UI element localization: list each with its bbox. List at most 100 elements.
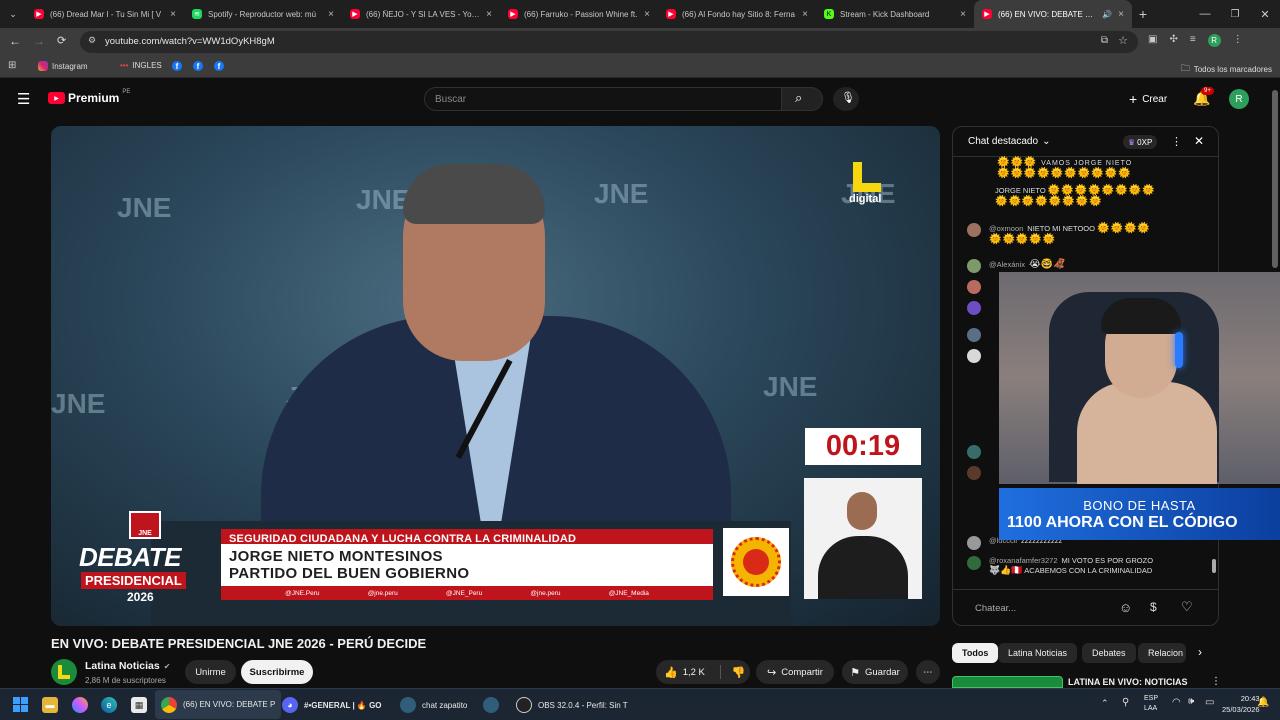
more-actions-button[interactable]: ⋯ (916, 660, 940, 684)
taskbar-store[interactable]: ▦ (131, 697, 147, 713)
chat-menu-icon[interactable]: ⋮ (1171, 135, 1182, 148)
close-icon[interactable]: ✕ (1194, 134, 1204, 148)
media-icon[interactable]: ▣ (1148, 34, 1157, 47)
subscribe-button[interactable]: Suscribirme (241, 660, 313, 684)
puzzle-icon[interactable]: ✣ (1169, 34, 1177, 47)
join-button[interactable]: Unirme (185, 660, 236, 684)
search-input[interactable]: Buscar (424, 87, 782, 111)
tab-close-icon[interactable]: × (1118, 9, 1124, 20)
tab-close-icon[interactable]: × (960, 9, 966, 20)
browser-tab[interactable]: ▶ (66) ÑEJO - Y SI LA VES - YouTu × (342, 0, 500, 28)
taskbar-file-explorer[interactable]: ▬ (42, 697, 58, 713)
start-button[interactable] (13, 697, 28, 712)
bookmark-facebook-1[interactable]: f (172, 61, 182, 71)
channel-name-row[interactable]: Latina Noticias ✔ (85, 660, 170, 672)
heart-icon[interactable]: ♡ (1181, 599, 1193, 615)
tray-chevron-icon[interactable]: ⌃ (1101, 698, 1109, 709)
filter-chip-latina[interactable]: Latina Noticias (998, 643, 1078, 663)
filter-chip-related[interactable]: Relacion (1138, 643, 1186, 663)
maximize-button[interactable]: ❐ (1220, 9, 1250, 20)
video-player[interactable]: JNE JNE JNE JNE JNE JNE JNE digital 00:1… (51, 126, 940, 626)
related-menu-icon[interactable]: ⋮ (1211, 676, 1221, 687)
thumbs-up-icon[interactable]: 👍 (664, 666, 678, 679)
chat-username[interactable]: @oxmoon (989, 224, 1023, 233)
url-text[interactable]: youtube.com/watch?v=WW1dOyKH8gM (105, 36, 275, 47)
taskbar-discord[interactable]: ◕ #•GENERAL | 🔥 GO (282, 697, 382, 713)
avatar[interactable] (967, 259, 981, 273)
browser-tab[interactable]: ▶ (66) EN VIVO: DEBATE PRES 🔊 × (974, 0, 1132, 28)
tab-close-icon[interactable]: × (328, 9, 334, 20)
like-count[interactable]: 1,2 K (683, 667, 705, 678)
taskbar-edge[interactable]: e (101, 697, 117, 713)
voice-search-button[interactable]: 🎙 (833, 87, 859, 111)
points-badge[interactable]: ♛ 0XP (1123, 135, 1158, 149)
avatar[interactable] (967, 466, 981, 480)
new-tab-button[interactable]: + (1132, 6, 1154, 22)
channel-name[interactable]: Latina Noticias (85, 660, 160, 672)
thumbs-down-icon[interactable]: 👎 (732, 666, 746, 679)
avatar[interactable] (967, 223, 981, 237)
install-app-icon[interactable]: ⧉ (1101, 35, 1108, 46)
avatar[interactable] (967, 445, 981, 459)
speaker-icon[interactable]: 🔊 (1102, 10, 1112, 19)
related-thumbnail[interactable] (952, 676, 1063, 688)
search-button[interactable]: ⌕ (781, 87, 823, 111)
taskbar-copilot[interactable] (72, 697, 88, 713)
all-bookmarks[interactable]: 🗀 Todos los marcadores (1181, 61, 1272, 77)
channel-avatar[interactable] (51, 659, 77, 685)
hamburger-menu-icon[interactable]: ☰ (17, 90, 30, 108)
browser-tab[interactable]: ▶ (66) Dread Mar I - Tu Sin Mi [ V × (26, 0, 184, 28)
taskbar-obs[interactable]: OBS 32.0.4 - Perfil: Sin T (516, 697, 628, 713)
bookmark-instagram[interactable]: Instagram (38, 61, 88, 71)
apps-grid-icon[interactable]: ⊞ (8, 60, 16, 71)
youtube-logo[interactable]: ▶ Premium PE (48, 89, 130, 105)
wifi-icon[interactable]: ◠ (1172, 697, 1181, 708)
browser-tab[interactable]: ▶ (66) Al Fondo hay Sitio 8: Ferna × (658, 0, 816, 28)
back-icon[interactable]: ← (9, 34, 21, 48)
minimize-button[interactable]: — (1190, 8, 1220, 20)
avatar[interactable] (967, 328, 981, 342)
related-video-title[interactable]: LATINA EN VIVO: NOTICIAS (1068, 677, 1188, 687)
language-indicator[interactable]: ESP LAA (1144, 694, 1158, 714)
filter-chip-all[interactable]: Todos (952, 643, 999, 663)
avatar[interactable] (967, 349, 981, 363)
tray-usb-icon[interactable]: ⚲ (1122, 697, 1129, 708)
chat-scrollbar[interactable] (1212, 559, 1216, 573)
tab-close-icon[interactable]: × (644, 9, 650, 20)
media-controls-icon[interactable]: ≡ (1190, 34, 1196, 47)
account-avatar[interactable]: R (1229, 89, 1249, 109)
avatar[interactable] (967, 301, 981, 315)
taskbar-zapatito[interactable]: chat zapatito (400, 697, 467, 713)
filter-chip-debates[interactable]: Debates (1082, 643, 1136, 663)
tab-close-icon[interactable]: × (486, 9, 492, 20)
super-chat-icon[interactable]: $ (1150, 600, 1157, 614)
window-close-button[interactable]: ✕ (1250, 8, 1280, 21)
taskbar-app[interactable] (483, 697, 499, 713)
emoji-picker-icon[interactable]: ☺ (1119, 600, 1132, 615)
battery-icon[interactable]: ▭ (1205, 697, 1214, 708)
bookmark-facebook-2[interactable]: f (193, 61, 203, 71)
browser-tab[interactable]: K Stream - Kick Dashboard × (816, 0, 974, 28)
chat-username[interactable]: @roxanafamfer3272 (989, 556, 1058, 565)
site-settings-icon[interactable]: ⚙ (88, 35, 96, 46)
tab-close-icon[interactable]: × (170, 9, 176, 20)
create-button[interactable]: + Crear (1129, 91, 1167, 107)
avatar[interactable] (967, 556, 981, 570)
browser-tab[interactable]: ≋ Spotify - Reproductor web: mú × (184, 0, 342, 28)
chat-mode-dropdown[interactable]: Chat destacado ⌄ (968, 136, 1050, 147)
notifications-button[interactable]: 🔔 9+ (1193, 87, 1214, 108)
forward-icon[interactable]: → (33, 34, 45, 48)
share-button[interactable]: ↪ Compartir (756, 660, 834, 684)
taskbar-chrome[interactable]: (66) EN VIVO: DEBATE P (155, 690, 282, 719)
chat-input[interactable]: Chatear... (975, 603, 1016, 614)
clock[interactable]: 20:43 25/03/2026 (1222, 693, 1260, 715)
notification-center-icon[interactable]: 🔔 (1257, 697, 1269, 708)
profile-avatar[interactable]: R (1207, 34, 1221, 47)
volume-icon[interactable]: 🕪 (1188, 696, 1194, 707)
browser-menu-icon[interactable]: ⋮ (1233, 34, 1243, 47)
bookmark-facebook-3[interactable]: f (214, 61, 224, 71)
tab-search-button[interactable]: ⌄ (0, 0, 26, 28)
bookmark-ingles[interactable]: ••• INGLES (120, 61, 162, 70)
browser-tab[interactable]: ▶ (66) Farruko - Passion Whine ft. × (500, 0, 658, 28)
page-scrollbar[interactable] (1272, 90, 1278, 268)
